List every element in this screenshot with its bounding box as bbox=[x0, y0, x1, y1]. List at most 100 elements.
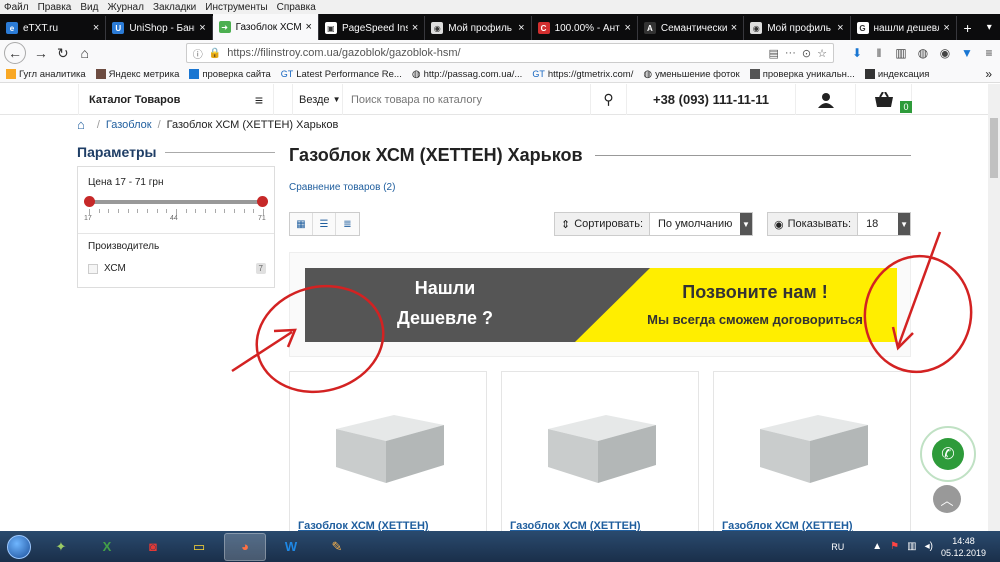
bookmarks-overflow-icon[interactable]: » bbox=[985, 67, 992, 81]
bookmark-item[interactable]: ◍ уменьшение фоток bbox=[643, 69, 739, 81]
tab-close-icon[interactable]: × bbox=[93, 22, 99, 34]
sidebar-icon[interactable]: ▥ bbox=[890, 46, 912, 60]
tab-close-icon[interactable]: × bbox=[518, 22, 524, 34]
tray-expand-icon[interactable]: ▲ bbox=[872, 541, 882, 552]
breadcrumb-link-gazoblok[interactable]: Газоблок bbox=[106, 119, 152, 131]
taskbar-explorer-icon[interactable]: ▭ bbox=[178, 533, 220, 561]
volume-icon[interactable]: ◂) bbox=[925, 541, 933, 552]
bookmark-item[interactable]: GT https://gtmetrix.com/ bbox=[532, 69, 633, 80]
tab-close-icon[interactable]: × bbox=[199, 22, 205, 34]
menu-bookmarks[interactable]: Закладки bbox=[153, 2, 196, 13]
show-select[interactable]: 18 bbox=[858, 213, 898, 235]
taskbar-paint-icon[interactable]: ✎ bbox=[316, 533, 358, 561]
extension-icon[interactable]: ▼ bbox=[956, 46, 978, 60]
browser-tab[interactable]: ➜ Газоблок ХСМ (× bbox=[212, 14, 319, 40]
lock-icon[interactable]: 🔒 bbox=[209, 48, 221, 59]
start-button[interactable] bbox=[2, 533, 36, 561]
manufacturer-option-hsm[interactable]: ХСМ 7 bbox=[88, 263, 266, 274]
more-icon[interactable]: ··· bbox=[785, 47, 796, 59]
product-image[interactable] bbox=[542, 407, 662, 487]
tab-close-icon[interactable]: × bbox=[306, 21, 312, 33]
product-card[interactable]: Газоблок ХСМ (ХЕТТЕН) bbox=[289, 371, 487, 541]
taskbar-camera-icon[interactable]: ◙ bbox=[132, 533, 174, 561]
tab-close-icon[interactable]: × bbox=[837, 22, 843, 34]
sort-select[interactable]: По умолчанию bbox=[650, 213, 740, 235]
action-center-icon[interactable]: ⚑ bbox=[890, 541, 899, 552]
menu-icon[interactable]: ≡ bbox=[978, 46, 1000, 60]
show-dropdown-icon[interactable]: ▼ bbox=[898, 213, 911, 235]
tab-close-icon[interactable]: × bbox=[412, 22, 418, 34]
tab-close-icon[interactable]: × bbox=[731, 22, 737, 34]
pocket-icon[interactable]: ⊙ bbox=[802, 47, 811, 60]
forward-button[interactable]: → bbox=[30, 42, 52, 64]
bookmark-item[interactable]: проверка уникальн... bbox=[749, 69, 855, 80]
bookmark-item[interactable]: Яндекс метрика bbox=[95, 69, 179, 80]
bookmark-item[interactable]: GT Latest Performance Re... bbox=[281, 69, 402, 80]
address-bar[interactable]: ⓘ 🔒 https://filinstroy.com.ua/gazoblok/g… bbox=[185, 43, 834, 63]
price-slider-max-handle[interactable] bbox=[257, 196, 268, 207]
browser-tab[interactable]: U UniShop - Банн × bbox=[106, 16, 213, 40]
price-slider-min-handle[interactable] bbox=[84, 196, 95, 207]
taskbar-excel-icon[interactable]: X bbox=[86, 533, 128, 561]
phone-number[interactable]: +38 (093) 111-11-11 bbox=[626, 84, 796, 115]
network-icon[interactable]: ▥ bbox=[907, 541, 916, 552]
home-button[interactable]: ⌂ bbox=[74, 42, 96, 64]
scrollbar-thumb[interactable] bbox=[990, 118, 998, 178]
bookmark-item[interactable]: ◍ http://passag.com.ua/... bbox=[412, 69, 522, 81]
globe-icon[interactable]: ◍ bbox=[912, 46, 934, 60]
product-image[interactable] bbox=[330, 407, 450, 487]
tab-close-icon[interactable]: × bbox=[943, 22, 949, 34]
tab-close-icon[interactable]: × bbox=[624, 22, 630, 34]
manufacturer-checkbox[interactable] bbox=[88, 263, 98, 274]
grid-view-icon[interactable]: ▦ bbox=[290, 213, 313, 235]
callback-button[interactable]: ✆ bbox=[920, 426, 976, 482]
menu-view[interactable]: Вид bbox=[80, 2, 98, 13]
compact-view-icon[interactable]: ≣ bbox=[336, 213, 359, 235]
menu-file[interactable]: Файл bbox=[4, 2, 29, 13]
clock[interactable]: 14:48 05.12.2019 bbox=[941, 535, 986, 559]
home-icon[interactable]: ⌂ bbox=[77, 117, 85, 132]
promo-banner[interactable]: Нашли Дешевле ? Позвоните нам ! Мы всегд… bbox=[305, 268, 897, 342]
account-icon[interactable]: ◉ bbox=[934, 46, 956, 60]
search-scope-select[interactable]: Везде ▼ bbox=[293, 84, 343, 115]
browser-tab[interactable]: Gнашли дешевл × bbox=[851, 16, 957, 40]
browser-tab[interactable]: C 100.00% - Анти × bbox=[532, 16, 638, 40]
catalog-button[interactable]: Каталог Товаров ≡ bbox=[78, 84, 274, 115]
taskbar-firefox-icon[interactable]: ◕ bbox=[224, 532, 266, 561]
search-button[interactable]: ⚲ bbox=[590, 84, 626, 115]
list-view-icon[interactable]: ☰ bbox=[313, 213, 336, 235]
search-input[interactable] bbox=[343, 84, 590, 115]
browser-tab[interactable]: A Семантический × bbox=[638, 16, 745, 40]
menu-history[interactable]: Журнал bbox=[107, 2, 144, 13]
product-card[interactable]: Газоблок ХСМ (ХЕТТЕН) bbox=[713, 371, 911, 541]
scroll-to-top-button[interactable]: ︿ bbox=[933, 485, 961, 513]
reload-button[interactable]: ↻ bbox=[52, 42, 74, 64]
taskbar-app-icon[interactable]: ✦ bbox=[40, 533, 82, 561]
language-indicator[interactable]: RU bbox=[831, 542, 844, 552]
compare-link[interactable]: Сравнение товаров (2) bbox=[289, 182, 395, 193]
browser-tab[interactable]: ◉ Мой профиль - × bbox=[744, 16, 851, 40]
browser-tab[interactable]: e eTXT.ru × bbox=[0, 16, 107, 40]
user-account-button[interactable] bbox=[796, 84, 856, 115]
new-tab-button[interactable]: + bbox=[957, 16, 979, 40]
bookmark-item[interactable]: Гугл аналитика bbox=[6, 69, 86, 80]
page-scrollbar[interactable] bbox=[988, 84, 1000, 531]
browser-tab[interactable]: ◉ Мой профиль - × bbox=[425, 16, 532, 40]
download-icon[interactable]: ⬇ bbox=[846, 46, 868, 60]
bookmark-item[interactable]: индексация bbox=[864, 69, 929, 80]
back-button[interactable]: ← bbox=[4, 42, 26, 64]
menu-tools[interactable]: Инструменты bbox=[205, 2, 267, 13]
bookmark-item[interactable]: проверка сайта bbox=[189, 69, 271, 80]
product-image[interactable] bbox=[754, 407, 874, 487]
reader-view-icon[interactable]: ▤ bbox=[768, 47, 778, 60]
info-icon[interactable]: ⓘ bbox=[193, 46, 203, 61]
sort-dropdown-icon[interactable]: ▼ bbox=[740, 213, 752, 235]
browser-tab[interactable]: ▣ PageSpeed Insig × bbox=[319, 16, 426, 40]
bookmark-star-icon[interactable]: ☆ bbox=[817, 47, 827, 60]
tab-list-icon[interactable]: ▾ bbox=[978, 16, 1000, 40]
price-slider[interactable] bbox=[84, 196, 268, 207]
taskbar-word-icon[interactable]: W bbox=[270, 533, 312, 561]
menu-help[interactable]: Справка bbox=[277, 2, 316, 13]
menu-edit[interactable]: Правка bbox=[38, 2, 72, 13]
product-card[interactable]: Газоблок ХСМ (ХЕТТЕН) bbox=[501, 371, 699, 541]
